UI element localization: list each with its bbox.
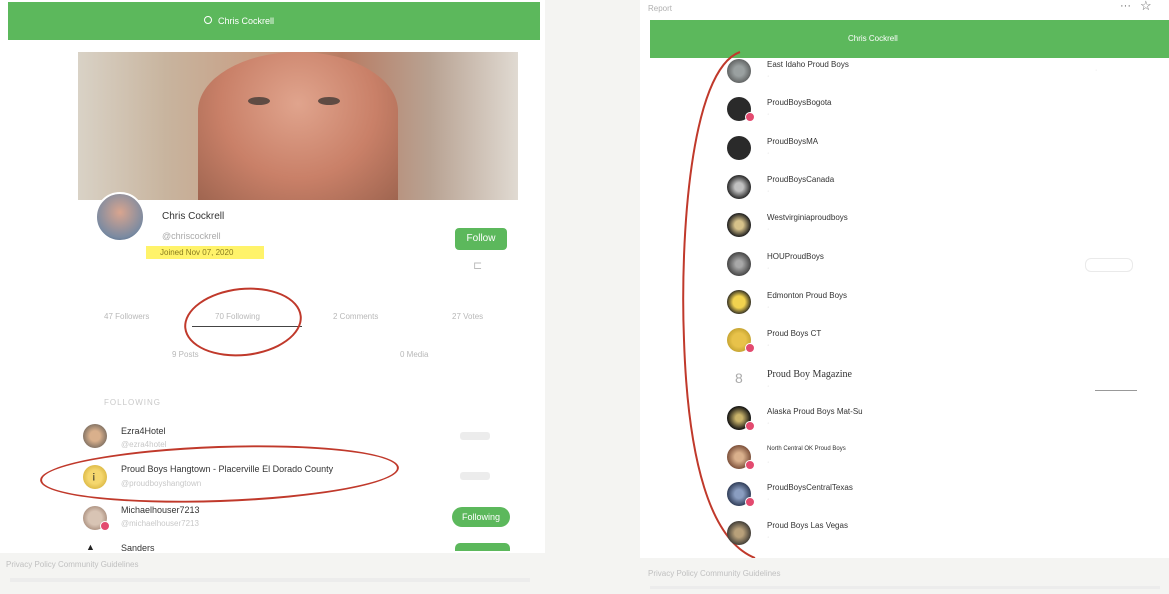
list-avatar[interactable]	[727, 252, 751, 276]
badge-icon	[745, 421, 755, 431]
tab-posts[interactable]: 9 Posts	[172, 350, 199, 359]
list-item-handle: ·	[767, 188, 770, 195]
list-avatar[interactable]	[727, 290, 751, 314]
tab-followers[interactable]: 47 Followers	[104, 312, 149, 321]
list-item-name[interactable]: ProudBoysBogota	[767, 98, 832, 107]
list-item-name[interactable]: Alaska Proud Boys Mat-Su	[767, 407, 863, 416]
list-item-handle: ·	[767, 150, 770, 157]
list-item-handle: ·	[767, 383, 770, 390]
list-item-handle: ·	[767, 73, 770, 80]
profile-cover-image	[78, 52, 518, 200]
search-input[interactable]: Chris Cockrell	[218, 16, 274, 26]
list-item-action[interactable]	[455, 543, 510, 551]
badge-icon	[100, 521, 110, 531]
footer-divider	[650, 586, 1160, 589]
tab-comments[interactable]: 2 Comments	[333, 312, 378, 321]
report-link[interactable]: Report	[648, 4, 672, 13]
tab-votes[interactable]: 27 Votes	[452, 312, 483, 321]
list-item-name[interactable]: ProudBoysCentralTexas	[767, 483, 853, 492]
badge-icon	[745, 460, 755, 470]
tab-media[interactable]: 0 Media	[400, 350, 428, 359]
list-item-handle: ·	[767, 304, 770, 311]
list-item-name[interactable]: Proud Boys CT	[767, 329, 821, 338]
list-item-handle: ·	[767, 420, 770, 427]
list-item-name[interactable]: Proud Boys Las Vegas	[767, 521, 848, 530]
list-icon: ▲	[86, 542, 95, 552]
list-item-handle: ·	[767, 111, 770, 118]
list-divider	[1095, 390, 1137, 391]
list-item-name[interactable]: ProudBoysCanada	[767, 175, 834, 184]
badge-icon	[745, 497, 755, 507]
more-icon[interactable]: ···	[1120, 0, 1131, 12]
list-item-name[interactable]: ProudBoysMA	[767, 137, 818, 146]
list-item-action[interactable]	[460, 432, 490, 440]
default-avatar-icon: 8	[735, 370, 743, 386]
section-title: FOLLOWING	[104, 398, 162, 407]
left-screenshot-panel: Chris Cockrell Chris Cockrell @chriscock…	[0, 0, 545, 594]
follow-button[interactable]: Follow	[455, 228, 507, 250]
joined-date: Joined Nov 07, 2020	[160, 248, 234, 257]
list-item-handle: @michaelhouser7213	[121, 519, 199, 528]
footer-divider	[10, 578, 530, 582]
footer-links[interactable]: Privacy Policy Community Guidelines	[6, 560, 139, 569]
list-item-name[interactable]: Michaelhouser7213	[121, 505, 200, 515]
search-bar[interactable]: Chris Cockrell	[8, 2, 540, 40]
list-item-handle: ·	[767, 534, 770, 541]
badge-icon	[745, 112, 755, 122]
list-item-action[interactable]: ·	[1095, 67, 1097, 74]
list-item-handle: ·	[767, 265, 770, 272]
list-item-name[interactable]: Proud Boy Magazine	[767, 369, 852, 380]
list-avatar[interactable]	[727, 213, 751, 237]
star-icon[interactable]: ☆	[1140, 0, 1152, 14]
profile-handle: @chriscockrell	[162, 231, 221, 241]
list-avatar[interactable]	[727, 59, 751, 83]
list-item-name[interactable]: Sanders	[121, 543, 155, 553]
footer-links[interactable]: Privacy Policy Community Guidelines	[648, 569, 781, 578]
list-avatar[interactable]	[727, 136, 751, 160]
profile-name: Chris Cockrell	[162, 211, 225, 222]
list-item-name[interactable]: HOUProudBoys	[767, 252, 824, 261]
badge-icon	[745, 343, 755, 353]
search-input[interactable]: Chris Cockrell	[848, 34, 898, 43]
list-avatar[interactable]	[727, 175, 751, 199]
notification-icon[interactable]: ⊏	[473, 259, 482, 272]
list-item-handle: ·	[767, 459, 770, 466]
list-avatar[interactable]	[83, 424, 107, 448]
list-item-name[interactable]: Westvirginiaproudboys	[767, 213, 848, 222]
list-item-name[interactable]: Ezra4Hotel	[121, 426, 166, 436]
list-item-action[interactable]	[460, 472, 490, 480]
list-item-name[interactable]: North Central OK Proud Boys	[767, 446, 846, 452]
list-item-action[interactable]	[1085, 258, 1133, 272]
list-item-handle: @ezra4hotel	[121, 440, 167, 449]
list-item-handle: ·	[767, 226, 770, 233]
cover-face	[198, 52, 398, 200]
list-avatar[interactable]	[727, 521, 751, 545]
red-annotation-ellipse	[39, 439, 400, 509]
list-item-name[interactable]: Edmonton Proud Boys	[767, 291, 847, 300]
red-annotation-circle	[180, 282, 306, 362]
search-icon	[204, 16, 212, 24]
list-item-name[interactable]: East Idaho Proud Boys	[767, 60, 849, 69]
list-item-handle: ·	[767, 342, 770, 349]
list-item-handle: ·	[767, 496, 770, 503]
right-screenshot-panel: Report ··· ☆ Chris Cockrell East Idaho P…	[640, 0, 1169, 594]
following-button[interactable]: Following	[452, 507, 510, 527]
avatar[interactable]	[95, 192, 145, 242]
